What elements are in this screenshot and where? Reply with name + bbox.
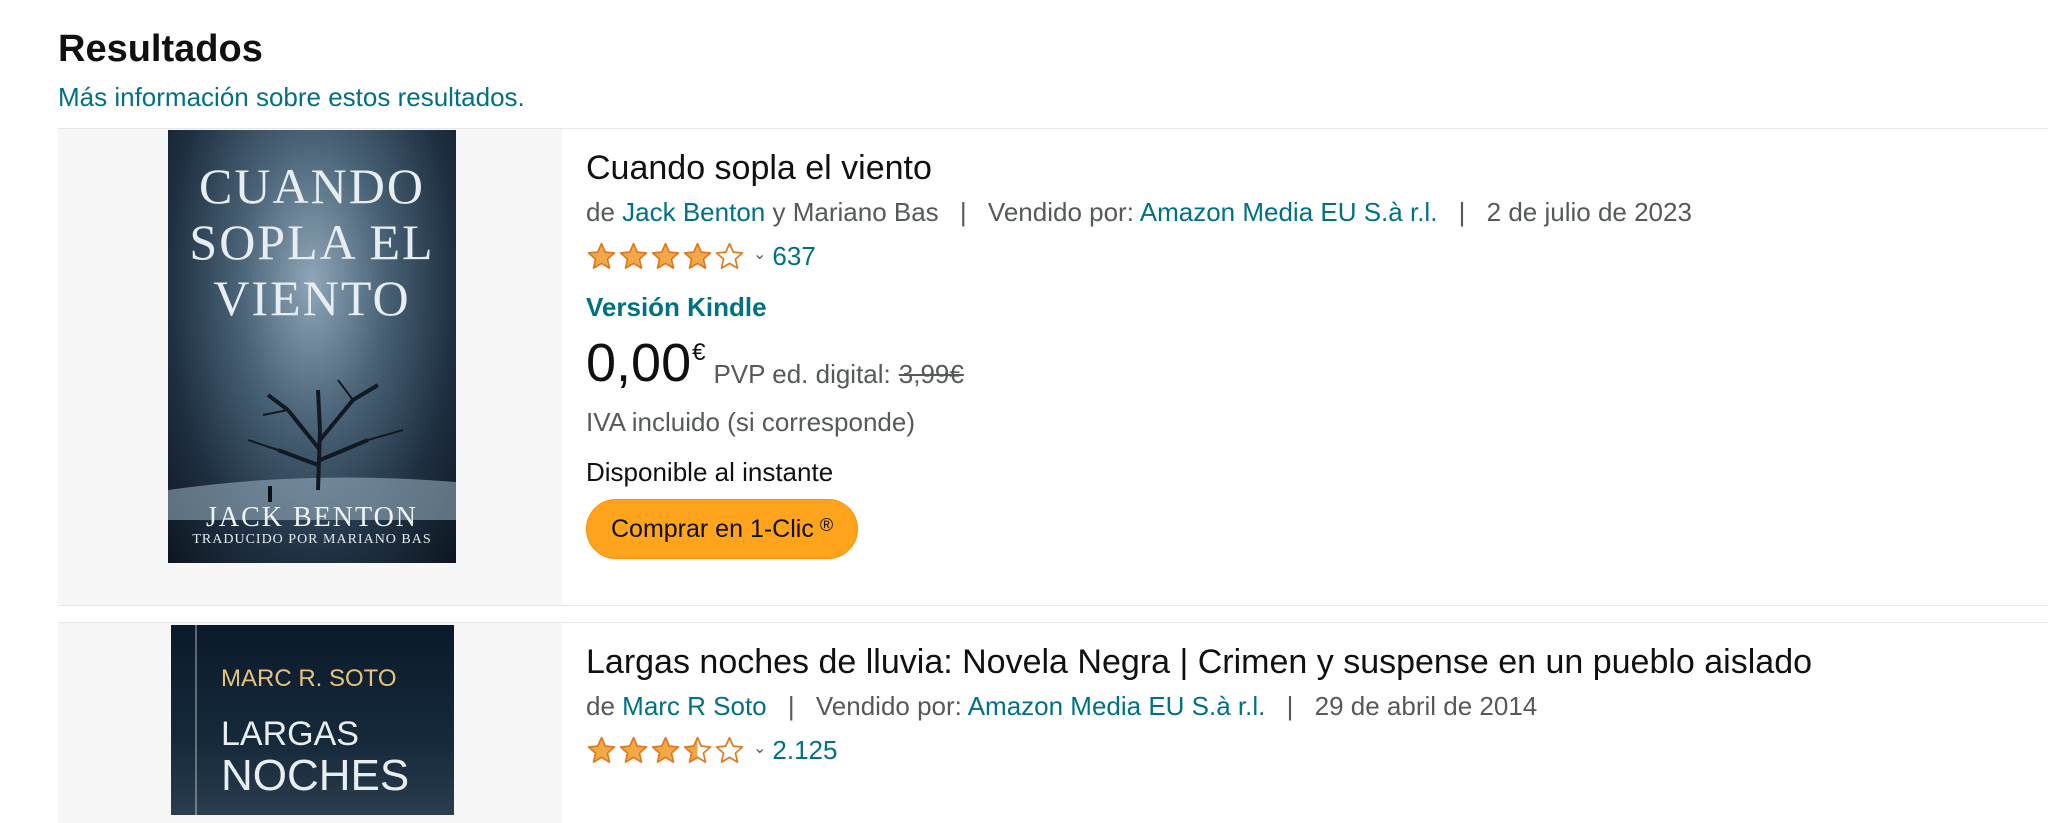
translator-name: Mariano Bas xyxy=(792,197,939,227)
book-cover[interactable]: Cuando sopla el viento JACK BENTON Tradu… xyxy=(168,130,456,563)
star-empty-icon xyxy=(715,242,744,269)
rating-stars[interactable] xyxy=(586,735,745,766)
buy-one-click-button[interactable]: Comprar en 1-Clic ® xyxy=(586,499,859,559)
result-image-column: MARC R. SOTO LARGAS NOCHES xyxy=(58,623,562,823)
registered-mark: ® xyxy=(819,514,834,535)
pvp-label: PVP ed. digital: xyxy=(713,359,891,389)
publish-date: 2 de julio de 2023 xyxy=(1486,197,1692,227)
star-full-icon xyxy=(651,736,680,763)
result-meta: de Marc R Soto | Vendido por: Amazon Med… xyxy=(586,691,1537,722)
availability: Disponible al instante xyxy=(586,457,834,487)
cover-title-line: NOCHES xyxy=(221,751,410,800)
and-text: y xyxy=(772,197,786,227)
chevron-down-icon[interactable]: ⌄ xyxy=(753,244,766,264)
star-empty-icon xyxy=(715,736,744,763)
rating-count[interactable]: 2.125 xyxy=(772,735,837,766)
sold-by-label: Vendido por: xyxy=(987,197,1134,227)
separator: | xyxy=(1458,197,1466,227)
rating-row: ⌄ 2.125 xyxy=(586,735,837,766)
cover-author: JACK BENTON xyxy=(205,502,419,533)
result-card: MARC R. SOTO LARGAS NOCHES Largas noches… xyxy=(58,622,2048,823)
cover-subtitle: Traducido por Mariano Bas xyxy=(192,532,432,547)
separator: | xyxy=(1286,691,1294,721)
pvp-value: 3,99€ xyxy=(898,359,964,389)
separator: | xyxy=(787,691,795,721)
chevron-down-icon[interactable]: ⌄ xyxy=(753,738,766,758)
format-link[interactable]: Versión Kindle xyxy=(586,292,767,323)
seller-link[interactable]: Amazon Media EU S.à r.l. xyxy=(1140,197,1438,227)
cover-title: Cuando sopla el viento xyxy=(189,158,435,326)
more-info-link[interactable]: Más información sobre estos resultados. xyxy=(58,82,525,113)
cover-title-line: LARGAS xyxy=(221,715,359,753)
rating-row: ⌄ 637 xyxy=(586,241,816,272)
star-half-icon xyxy=(683,736,712,763)
rating-count[interactable]: 637 xyxy=(772,241,815,272)
star-full-icon xyxy=(619,736,648,763)
buy-button-label: Comprar en 1-Clic xyxy=(611,514,814,543)
separator: | xyxy=(959,197,967,227)
price-row: 0,00 € PVP ed. digital: 3,99€ xyxy=(586,335,964,391)
cover-author: MARC R. SOTO xyxy=(221,665,397,692)
by-prefix: de xyxy=(586,197,615,227)
price: 0,00 xyxy=(586,333,692,393)
star-full-icon xyxy=(619,242,648,269)
star-full-icon xyxy=(683,242,712,269)
sold-by-label: Vendido por: xyxy=(815,691,962,721)
tax-note: IVA incluido (si corresponde) xyxy=(586,407,916,437)
by-prefix: de xyxy=(586,691,615,721)
star-full-icon xyxy=(651,242,680,269)
author-link[interactable]: Marc R Soto xyxy=(622,691,767,721)
author-link[interactable]: Jack Benton xyxy=(622,197,765,227)
result-title[interactable]: Largas noches de lluvia: Novela Negra | … xyxy=(586,643,1812,682)
result-title[interactable]: Cuando sopla el viento xyxy=(586,149,932,188)
star-full-icon xyxy=(587,736,616,763)
result-meta: de Jack Benton y Mariano Bas | Vendido p… xyxy=(586,197,1692,228)
cover-title: LARGAS NOCHES xyxy=(221,713,410,800)
price-currency: € xyxy=(692,339,706,366)
results-heading: Resultados xyxy=(58,28,263,70)
star-full-icon xyxy=(587,242,616,269)
publish-date: 29 de abril de 2014 xyxy=(1314,691,1538,721)
seller-link[interactable]: Amazon Media EU S.à r.l. xyxy=(968,691,1266,721)
cover-tree-illustration xyxy=(168,379,456,520)
rating-stars[interactable] xyxy=(586,241,745,272)
result-card: Cuando sopla el viento JACK BENTON Tradu… xyxy=(58,128,2048,606)
result-image-column: Cuando sopla el viento JACK BENTON Tradu… xyxy=(58,129,562,605)
